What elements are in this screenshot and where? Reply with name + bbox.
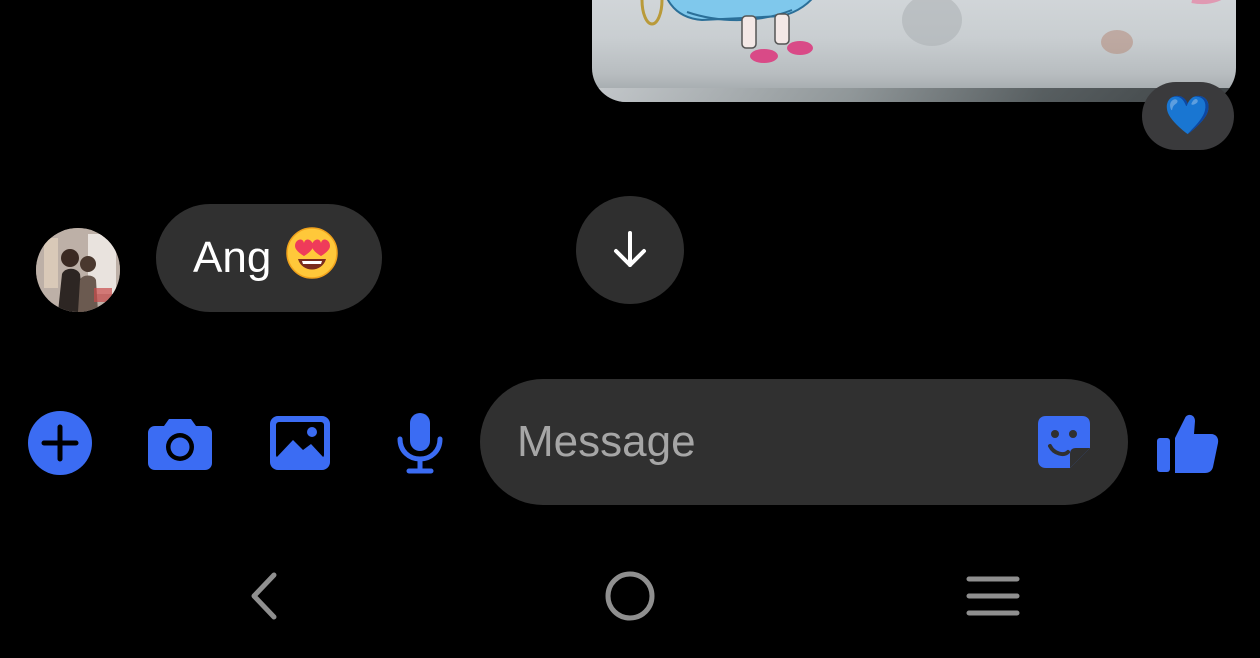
scroll-to-bottom-button[interactable] [576, 196, 684, 304]
voice-message-button[interactable] [385, 408, 455, 478]
image-illustration [640, 0, 1222, 63]
arrow-down-icon [614, 231, 646, 267]
image-icon [270, 416, 330, 470]
sticker-button[interactable] [1036, 414, 1092, 470]
message-input-placeholder: Message [517, 417, 696, 466]
blue-heart-emoji: 💙 [1164, 95, 1212, 137]
camera-button[interactable] [145, 408, 215, 478]
system-back-button[interactable] [230, 562, 300, 630]
message-text: Ang [193, 233, 272, 282]
more-actions-button[interactable] [25, 408, 95, 478]
sent-image-message[interactable] [592, 0, 1236, 102]
recents-icon [966, 576, 1020, 616]
system-home-button[interactable] [595, 562, 665, 630]
microphone-icon [397, 413, 443, 474]
plus-icon [28, 411, 92, 475]
gallery-button[interactable] [265, 408, 335, 478]
back-icon [251, 572, 277, 620]
avatar-photo [36, 228, 120, 312]
home-icon [605, 571, 655, 621]
message-input[interactable]: Message [480, 379, 1128, 505]
message-reaction[interactable]: 💙 [1142, 82, 1234, 150]
like-button[interactable] [1152, 408, 1222, 478]
camera-icon [148, 419, 212, 470]
thumbs-up-icon [1157, 414, 1219, 473]
received-message-bubble[interactable]: Ang [156, 204, 382, 312]
heart-eyes-emoji [285, 226, 339, 291]
contact-avatar[interactable] [36, 228, 120, 312]
sticker-icon [1038, 416, 1090, 468]
system-recents-button[interactable] [958, 562, 1028, 630]
